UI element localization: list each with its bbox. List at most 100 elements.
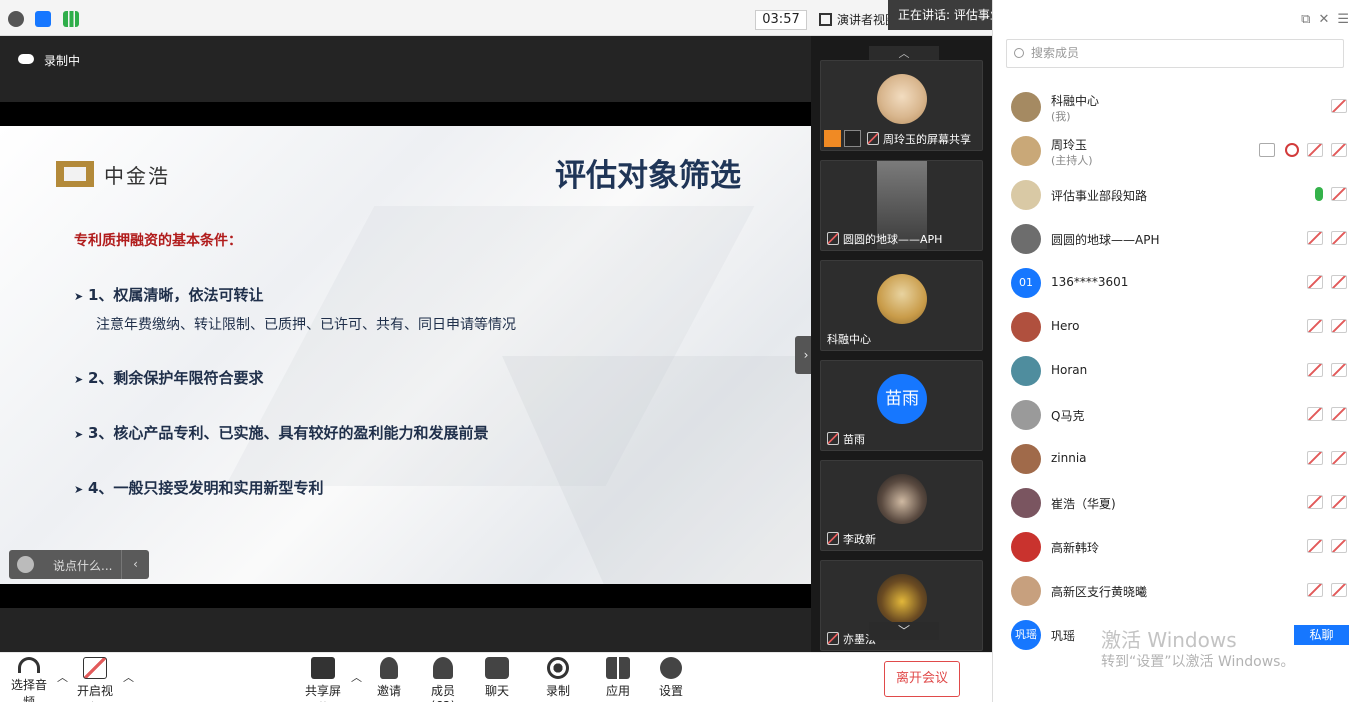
chevron-left-icon[interactable]: ‹ [121,550,149,579]
leave-meeting-button[interactable]: 离开会议 [884,661,960,697]
mic-muted-icon[interactable] [1307,319,1323,333]
participant-row[interactable]: Horan [992,349,1355,393]
mic-muted-icon[interactable] [1307,583,1323,597]
popout-icon[interactable]: ⧉ [1301,12,1310,27]
participant-avatar [1011,136,1041,166]
shield-icon[interactable] [35,11,51,27]
logo-text: 中金浩 [104,163,170,188]
video-off-icon [83,657,107,679]
video-tile[interactable]: 苗雨 苗雨 [820,360,983,451]
participant-row[interactable]: 评估事业部段知路 [992,173,1355,217]
participant-row[interactable]: Q马克 [992,393,1355,437]
video-off-icon[interactable] [1331,143,1347,157]
mic-muted-icon [827,532,839,545]
members-button[interactable]: 成员(62) [420,657,466,702]
video-off-icon[interactable] [1331,99,1347,113]
slide-bullet: ➤ 3、核心产品专利、已实施、具有较好的盈利能力和发展前景 [74,424,489,442]
tile-label: 苗雨 [825,431,865,447]
video-off-icon[interactable] [1331,495,1347,509]
participant-avatar [1011,488,1041,518]
participant-avatar [1011,444,1041,474]
video-off-icon[interactable] [1331,451,1347,465]
participant-avatar: 01 [1011,268,1041,298]
company-logo: 中金浩 [56,160,170,188]
video-off-icon[interactable] [1331,363,1347,377]
arrow-bullet-icon: ➤ [74,428,84,441]
mic-muted-icon[interactable] [1307,495,1323,509]
share-screen-button[interactable]: 共享屏幕 [300,657,346,702]
private-chat-button[interactable]: 私聊 [1294,625,1349,645]
letterbox-bottom [0,584,811,608]
mic-muted-icon[interactable] [1307,363,1323,377]
recording-label: 录制中 [44,54,81,68]
video-off-icon[interactable] [1331,231,1347,245]
participant-row[interactable]: 01 136****3601 [992,261,1355,305]
mic-muted-icon[interactable] [1307,275,1323,289]
participant-row[interactable]: Hero [992,305,1355,349]
apps-button[interactable]: 应用 [603,657,633,699]
chevron-up-icon[interactable]: ︿ [351,669,362,685]
mic-muted-icon[interactable] [1307,143,1323,157]
mic-muted-icon[interactable] [1307,407,1323,421]
menu-icon[interactable]: ☰ [1337,12,1349,27]
emoji-icon[interactable] [17,556,34,573]
video-off-icon[interactable] [1331,539,1347,553]
quick-chat-input[interactable]: 说点什么... ‹ [9,550,149,579]
participant-row[interactable]: 圆圆的地球——APH [992,217,1355,261]
apps-grid-icon [606,657,630,679]
slide-subtitle: 专利质押融资的基本条件： [74,233,242,249]
search-members-input[interactable]: 搜索成员 [1006,39,1344,68]
record-button[interactable]: 录制 [543,657,573,699]
share-screen-icon [311,657,335,679]
settings-button[interactable]: 设置 [656,657,686,699]
participant-row[interactable]: 科融中心 (我) [992,85,1355,129]
video-off-icon[interactable] [1331,583,1347,597]
tile-label: 圆圆的地球——APH [825,231,942,247]
mic-muted-icon[interactable] [1307,451,1323,465]
slide-bullet-note: 注意年费缴纳、转让限制、已质押、已许可、共有、同日申请等情况 [96,317,516,333]
arrow-bullet-icon: ➤ [74,290,84,303]
participant-name: 巩瑶 [1051,629,1076,643]
view-mode-button[interactable]: 演讲者视图 [815,10,895,30]
video-button[interactable]: 开启视频 [72,657,118,702]
chat-placeholder: 说点什么... [53,559,113,573]
mic-muted-icon [827,232,839,245]
video-off-icon[interactable] [1331,187,1347,201]
close-icon[interactable]: ✕ [1318,12,1329,27]
invite-button[interactable]: 邀请 [372,657,406,699]
mic-muted-icon[interactable] [1307,231,1323,245]
video-off-icon[interactable] [1331,275,1347,289]
meeting-timer: 03:57 [755,10,807,30]
video-off-icon[interactable] [1331,319,1347,333]
info-icon[interactable] [8,11,24,27]
participant-avatar [1011,356,1041,386]
chevron-down-icon[interactable]: ﹀ [869,622,939,640]
chevron-up-icon[interactable]: ︿ [57,669,68,685]
gear-icon [660,657,682,679]
video-tile[interactable]: 科融中心 [820,260,983,351]
video-tile[interactable]: 周玲玉的屏幕共享 [820,60,983,151]
mic-muted-icon [867,132,879,145]
chevron-up-icon[interactable]: ︿ [123,669,134,685]
host-icon [824,130,841,147]
video-off-icon[interactable] [1331,407,1347,421]
participant-row[interactable]: 高新韩玲 [992,525,1355,569]
audio-button[interactable]: 选择音频 [6,657,52,702]
avatar [877,274,927,324]
participant-row[interactable]: 崔浩（华夏) [992,481,1355,525]
participant-name: Hero [1051,319,1080,333]
participant-row[interactable]: zinnia [992,437,1355,481]
participant-role: (主持人) [1051,154,1093,167]
participant-row[interactable]: 高新区支行黄晓曦 [992,569,1355,613]
mic-active-icon[interactable] [1315,187,1323,201]
participant-avatar [1011,180,1041,210]
signal-icon[interactable] [63,11,79,27]
mic-muted-icon[interactable] [1307,539,1323,553]
grid-icon [819,13,832,26]
participant-avatar: 巩瑶 [1011,620,1041,650]
video-tile[interactable]: 圆圆的地球——APH [820,160,983,251]
search-icon [1014,48,1024,58]
chat-button[interactable]: 聊天 [482,657,512,699]
participant-row[interactable]: 周玲玉 (主持人) [992,129,1355,173]
video-tile[interactable]: 李政新 [820,460,983,551]
